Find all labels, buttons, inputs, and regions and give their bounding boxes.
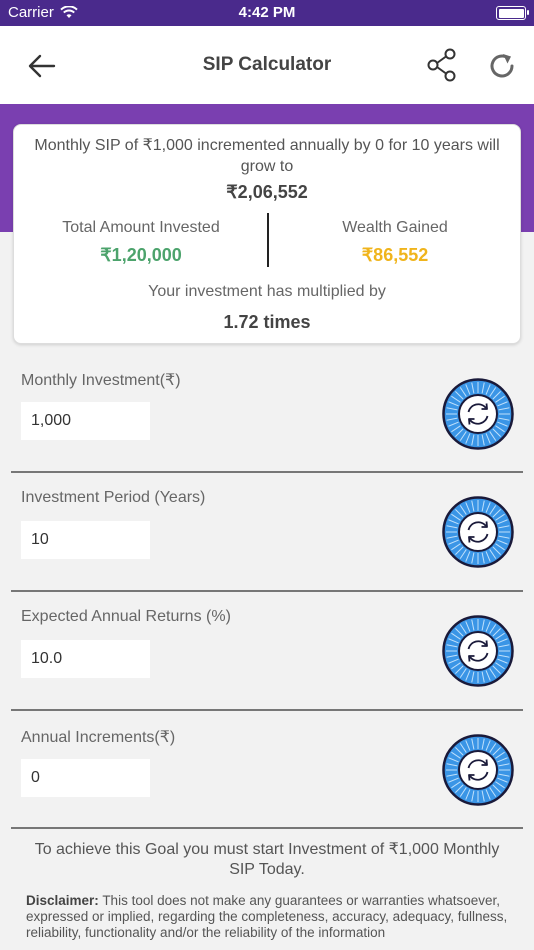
goal-text: To achieve this Goal you must start Inve…: [34, 841, 500, 878]
annual-increments-label: Annual Increments(₹): [21, 729, 176, 746]
expected-returns-label: Expected Annual Returns (%): [21, 608, 231, 625]
refresh-icon[interactable]: [486, 50, 518, 82]
multiplied-label: Your investment has multiplied by: [148, 283, 386, 300]
disclaimer: Disclaimer: This tool does not make any …: [26, 893, 508, 941]
multiplied-value: 1.72 times: [223, 312, 311, 332]
share-icon[interactable]: [427, 48, 457, 82]
gained-value: ₹86,552: [361, 245, 429, 265]
dial-icon[interactable]: [442, 615, 514, 687]
status-bar: Carrier 4:42 PM: [0, 0, 534, 26]
disclaimer-body: This tool does not make any guarantees o…: [26, 893, 508, 940]
expected-returns-input[interactable]: [21, 640, 150, 678]
investment-period-input[interactable]: [21, 521, 150, 559]
invested-value: ₹1,20,000: [100, 245, 182, 265]
disclaimer-title: Disclaimer:: [26, 893, 99, 908]
investment-period-label: Investment Period (Years): [21, 489, 206, 506]
total-value: ₹2,06,552: [226, 182, 308, 202]
annual-increments-input[interactable]: [21, 759, 150, 797]
invested-label: Total Amount Invested: [62, 219, 220, 236]
dial-icon[interactable]: [442, 378, 514, 450]
invested-column: Total Amount Invested ₹1,20,000: [14, 219, 268, 266]
monthly-investment-input[interactable]: [21, 402, 150, 440]
gained-column: Wealth Gained ₹86,552: [268, 219, 522, 266]
separator: [11, 471, 523, 473]
gained-label: Wealth Gained: [342, 219, 448, 236]
status-time: 4:42 PM: [238, 4, 296, 21]
dial-icon[interactable]: [442, 496, 514, 568]
app-bar: SIP Calculator: [0, 26, 534, 104]
summary-headline: Monthly SIP of ₹1,000 incremented annual…: [34, 137, 500, 175]
separator: [11, 827, 523, 829]
separator: [11, 709, 523, 711]
dial-icon[interactable]: [442, 734, 514, 806]
battery-icon: [496, 6, 529, 20]
summary-card: Monthly SIP of ₹1,000 incremented annual…: [13, 124, 521, 344]
monthly-investment-label: Monthly Investment(₹): [21, 372, 181, 389]
separator: [11, 590, 523, 592]
